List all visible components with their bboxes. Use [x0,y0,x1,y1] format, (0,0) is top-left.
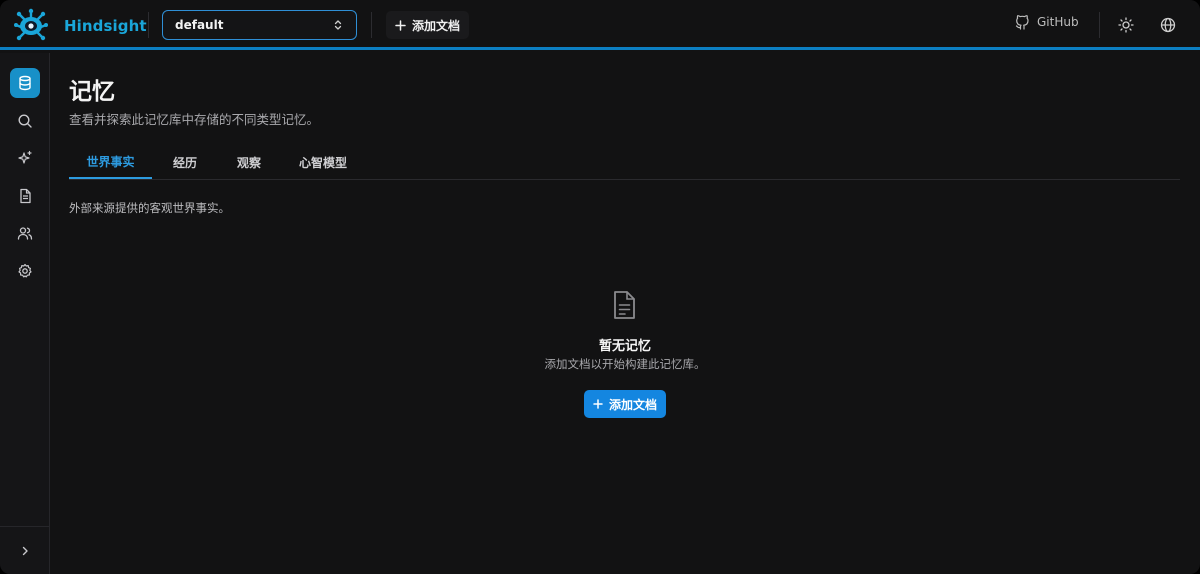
add-document-button[interactable]: 添加文档 [386,11,470,39]
sidebar-item-memories[interactable] [10,68,40,98]
top-header: Hindsight default 添加文档 GitHub [0,0,1200,50]
document-icon [20,188,31,204]
file-text-icon [614,291,635,319]
github-label: GitHub [1037,15,1079,29]
chevron-up-down-icon [334,20,342,30]
sidebar-divider [0,526,50,527]
plus-icon [593,399,603,409]
users-icon [17,227,33,240]
brand-name[interactable]: Hindsight [64,17,147,35]
search-icon [18,114,32,128]
tab-mental-models[interactable]: 心智模型 [291,145,355,179]
page-title: 记忆 [69,79,115,105]
empty-state-add-document-button[interactable]: 添加文档 [584,390,666,418]
sidebar-item-settings[interactable] [10,256,40,286]
tab-world-facts[interactable]: 世界事实 [69,145,152,179]
sidebar-item-search[interactable] [10,106,40,136]
database-icon [19,75,31,91]
sidebar [0,53,50,574]
tab-observations[interactable]: 观察 [223,145,275,179]
app-window: Hindsight default 添加文档 GitHub 记忆 查看并探索此记… [0,0,1200,574]
header-divider [148,12,149,38]
header-divider [1099,12,1100,38]
memory-type-tabs: 世界事实 经历 观察 心智模型 [69,145,1180,180]
tab-description: 外部来源提供的客观世界事实。 [69,201,230,215]
globe-icon[interactable] [1159,16,1177,34]
tab-experiences[interactable]: 经历 [159,145,211,179]
sparkles-icon [18,150,32,164]
github-icon [1015,15,1029,30]
empty-state-description: 添加文档以开始构建此记忆库。 [544,357,706,371]
empty-state-title: 暂无记忆 [598,339,651,354]
page-subtitle: 查看并探索此记忆库中存储的不同类型记忆。 [69,112,320,127]
github-link[interactable]: GitHub [1014,14,1079,30]
chevron-right-icon [22,546,28,556]
sidebar-item-documents[interactable] [10,181,40,211]
hindsight-logo-icon[interactable] [14,8,48,42]
header-divider [371,12,372,38]
empty-state-add-document-label: 添加文档 [608,397,657,412]
sidebar-item-entities[interactable] [10,218,40,248]
plus-icon [395,19,406,31]
add-document-button-label: 添加文档 [412,18,461,33]
memory-bank-select[interactable]: default [162,10,357,40]
memory-bank-select-value: default [175,18,224,32]
gear-icon [18,263,32,278]
sidebar-item-insights[interactable] [10,143,40,173]
sidebar-collapse-toggle[interactable] [15,541,35,561]
sun-icon[interactable] [1117,16,1135,34]
